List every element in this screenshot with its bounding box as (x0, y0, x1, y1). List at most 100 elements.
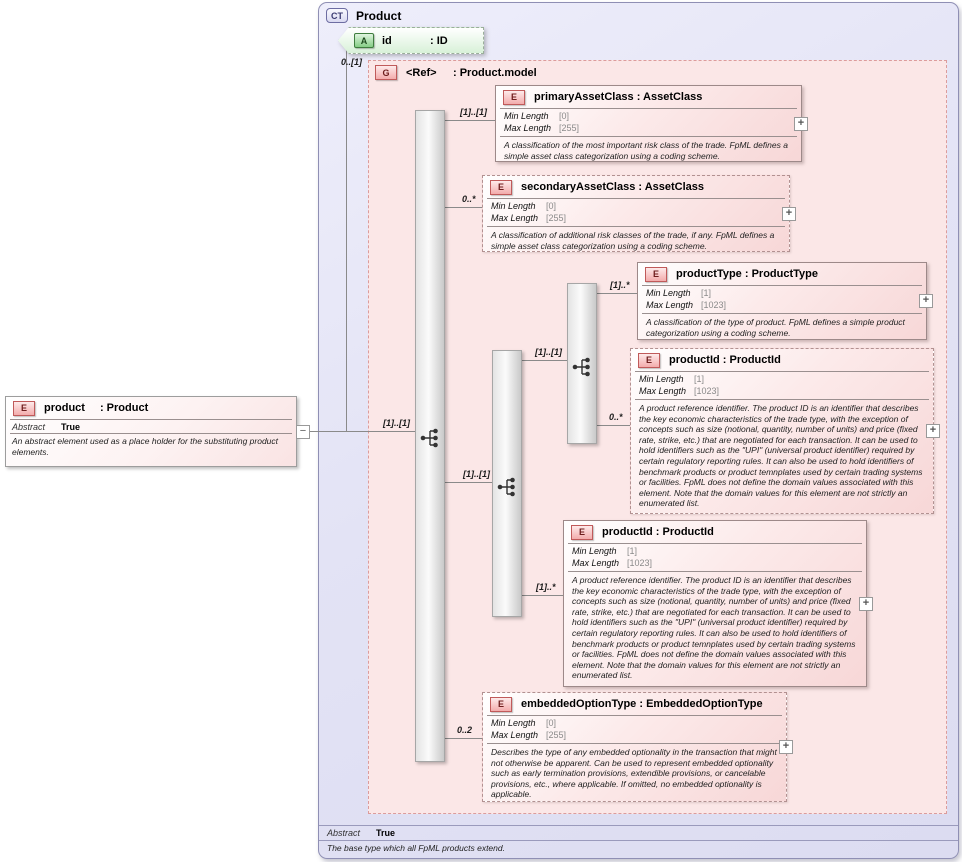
max-length-label: Max Length (639, 386, 694, 398)
connector-line (445, 482, 492, 483)
max-length-label: Max Length (646, 300, 701, 312)
max-length-value: [255] (546, 730, 566, 742)
expand-icon[interactable]: + (926, 424, 940, 438)
element-description: A classification of the most important r… (496, 137, 801, 164)
abstract-row: Abstract True (327, 828, 395, 838)
min-length-label: Min Length (646, 288, 701, 300)
attribute-icon: A (354, 33, 374, 48)
group-icon: G (375, 65, 397, 80)
cardinality-label-secondaryAssetClass: 0..* (462, 194, 476, 204)
max-length-label: Max Length (491, 730, 546, 742)
element-icon: E (13, 401, 35, 416)
abstract-row: Abstract True (6, 420, 296, 433)
group-type: : Product.model (453, 67, 537, 79)
cardinality-label-model: [1]..[1] (383, 418, 410, 428)
element-description: Describes the type of any embedded optio… (483, 744, 786, 803)
facets: Min Length[0] Max Length[255] (483, 716, 786, 743)
complex-type-title: Product (356, 9, 401, 23)
expand-icon[interactable]: + (782, 207, 796, 221)
facets: Min Length[0] Max Length[255] (496, 109, 801, 136)
element-description: A product reference identifier. The prod… (564, 572, 866, 684)
abstract-label: Abstract (327, 828, 360, 838)
element-description: A classification of the type of product.… (638, 314, 926, 341)
cardinality-label-productId: [1]..* (536, 582, 556, 592)
root-element-box[interactable]: E product : Product Abstract True An abs… (5, 396, 297, 467)
min-length-value: [0] (546, 718, 556, 730)
sequence-icon (571, 355, 595, 384)
element-title: productId : ProductId (669, 354, 781, 366)
element-title: primaryAssetClass : AssetClass (534, 91, 702, 103)
cardinality-label-primaryAssetClass: [1]..[1] (460, 107, 487, 117)
element-icon: E (645, 267, 667, 282)
element-icon: E (571, 525, 593, 540)
expand-icon[interactable]: + (794, 117, 808, 131)
collapse-icon[interactable]: − (296, 425, 310, 439)
element-description: A product reference identifier. The prod… (631, 400, 933, 512)
max-length-label: Max Length (572, 558, 627, 570)
complex-type-description: The base type which all FpML products ex… (327, 843, 505, 853)
element-icon: E (490, 697, 512, 712)
min-length-label: Min Length (639, 374, 694, 386)
min-length-value: [1] (627, 546, 637, 558)
cardinality-label-embeddedOptionType: 0..2 (457, 725, 472, 735)
root-element-header: E product : Product (6, 397, 296, 419)
max-length-label: Max Length (504, 123, 559, 135)
min-length-value: [0] (559, 111, 569, 123)
facets: Min Length[1] Max Length[1023] (638, 286, 926, 313)
connector-line (346, 41, 347, 431)
group-name: <Ref> (406, 67, 453, 79)
facets: Min Length[1] Max Length[1023] (564, 544, 866, 571)
cardinality-label-productId-optional: 0..* (609, 412, 623, 422)
min-length-label: Min Length (572, 546, 627, 558)
root-element-name: product (44, 402, 85, 414)
cardinality-label-id: 0..[1] (341, 57, 362, 67)
expand-icon[interactable]: + (779, 740, 793, 754)
min-length-label: Min Length (491, 718, 546, 730)
connector-line (521, 595, 563, 596)
element-box-productType[interactable]: EproductType : ProductType Min Length[1]… (637, 262, 927, 340)
connector-line (445, 738, 482, 739)
element-icon: E (638, 353, 660, 368)
root-element-type: : Product (100, 402, 148, 414)
max-length-label: Max Length (491, 213, 546, 225)
element-title: embeddedOptionType : EmbeddedOptionType (521, 698, 763, 710)
abstract-value: True (61, 422, 80, 432)
element-box-primaryAssetClass[interactable]: EprimaryAssetClass : AssetClass Min Leng… (495, 85, 802, 162)
max-length-value: [1023] (627, 558, 652, 570)
sequence-bar-main (415, 110, 445, 762)
element-box-productId-optional[interactable]: EproductId : ProductId Min Length[1] Max… (630, 348, 934, 514)
expand-icon[interactable]: + (859, 597, 873, 611)
attribute-id-box[interactable]: A id : ID (338, 27, 484, 54)
element-box-productId[interactable]: EproductId : ProductId Min Length[1] Max… (563, 520, 867, 687)
divider (319, 825, 958, 826)
sequence-icon (496, 475, 520, 504)
abstract-label: Abstract (12, 422, 45, 432)
element-box-secondaryAssetClass[interactable]: EsecondaryAssetClass : AssetClass Min Le… (482, 175, 790, 252)
max-length-value: [1023] (694, 386, 719, 398)
sequence-bar-inner (492, 350, 522, 617)
min-length-label: Min Length (491, 201, 546, 213)
cardinality-label-productType: [1]..* (610, 280, 630, 290)
connector-line (309, 431, 415, 432)
element-box-embeddedOptionType[interactable]: EembeddedOptionType : EmbeddedOptionType… (482, 692, 787, 802)
connector-line (445, 120, 495, 121)
element-description: A classification of additional risk clas… (483, 227, 789, 254)
divider (319, 840, 958, 841)
cardinality-label-inner-sequence: [1]..[1] (463, 469, 490, 479)
connector-line (596, 425, 630, 426)
cardinality-label-inner-sequence2: [1]..[1] (535, 347, 562, 357)
complex-type-header: CT Product (326, 8, 401, 23)
max-length-value: [255] (559, 123, 579, 135)
connector-line (596, 293, 637, 294)
facets: Min Length[1] Max Length[1023] (631, 372, 933, 399)
sequence-bar-inner2 (567, 283, 597, 444)
sequence-icon (419, 426, 443, 455)
expand-icon[interactable]: + (919, 294, 933, 308)
abstract-value: True (376, 828, 395, 838)
root-element-description: An abstract element used as a place hold… (6, 434, 296, 459)
max-length-value: [1023] (701, 300, 726, 312)
min-length-label: Min Length (504, 111, 559, 123)
element-icon: E (490, 180, 512, 195)
element-title: secondaryAssetClass : AssetClass (521, 181, 704, 193)
group-header: G <Ref> : Product.model (375, 65, 537, 80)
